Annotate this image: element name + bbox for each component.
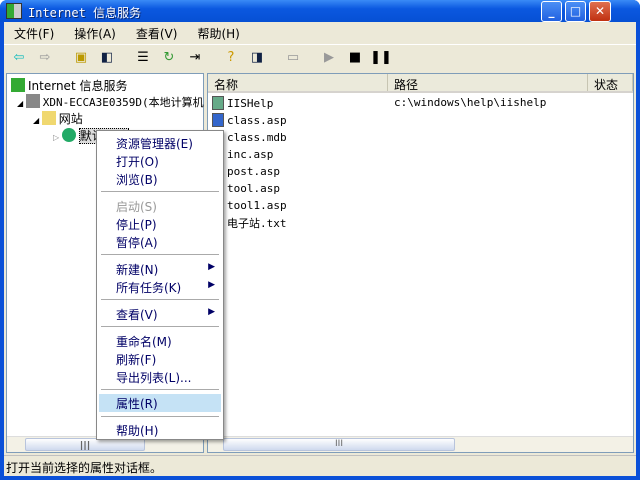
list-item[interactable]: IISHelp c:\windows\help\iishelp (212, 96, 546, 113)
menu-file[interactable]: 文件(F) (4, 22, 64, 42)
globe-icon (61, 128, 76, 142)
toolbar: ⇦ ⇨ ▣ ◧ ☰ ↻ ⇥ ? ◨ ▭ ▶ ■ ❚❚ (4, 44, 636, 70)
minimize-button[interactable]: _ (541, 1, 562, 22)
iis-icon (11, 78, 25, 92)
menu-action[interactable]: 操作(A) (64, 22, 126, 42)
menu-item-view[interactable]: 查看(V) ▶ (99, 305, 221, 323)
menu-separator (101, 254, 219, 255)
menu-item-start: 启动(S) (116, 200, 157, 214)
menu-item-all-tasks[interactable]: 所有任务(K) ▶ (99, 278, 221, 296)
menu-separator (101, 326, 219, 327)
menu-item-stop[interactable]: 停止(P) (99, 215, 221, 233)
submenu-arrow-icon: ▶ (208, 280, 215, 290)
help-icon[interactable]: ? (220, 48, 242, 68)
virtual-dir-icon (212, 96, 224, 110)
list-item[interactable]: class.asp (212, 113, 287, 130)
menu-item-rename[interactable]: 重命名(M) (99, 332, 221, 350)
show-tree-icon[interactable]: ◧ (96, 48, 118, 68)
menu-item-explore[interactable]: 资源管理器(E) (99, 134, 221, 152)
export-icon[interactable]: ⇥ (184, 48, 206, 68)
column-path[interactable]: 路径 (388, 74, 588, 92)
pause-icon[interactable]: ❚❚ (370, 48, 392, 68)
maximize-button[interactable]: □ (565, 1, 586, 22)
tree-computer[interactable]: ◢ XDN-ECCA3E0359D(本地计算机 (17, 94, 204, 110)
menu-separator (101, 191, 219, 192)
menu-item-open[interactable]: 打开(O) (99, 152, 221, 170)
computer-icon (25, 94, 40, 108)
menu-item-properties[interactable]: 属性(R) (99, 394, 221, 412)
tree-websites[interactable]: ◢ 网站 (33, 110, 83, 127)
list-pane: 名称 路径 状态 IISHelp c:\windows\help\iishelp … (207, 73, 634, 453)
menu-item-pause[interactable]: 暂停(A) (99, 233, 221, 251)
stop-icon[interactable]: ■ (344, 48, 366, 68)
menu-item-help[interactable]: 帮助(H) (99, 421, 221, 439)
properties-icon[interactable]: ☰ (132, 48, 154, 68)
back-icon[interactable]: ⇦ (8, 48, 30, 68)
title-bar: Internet 信息服务 _ □ ✕ (0, 0, 640, 22)
column-status[interactable]: 状态 (588, 74, 633, 92)
up-folder-icon[interactable]: ▣ (70, 48, 92, 68)
submenu-arrow-icon: ▶ (208, 262, 215, 272)
column-name[interactable]: 名称 (208, 74, 388, 92)
close-button[interactable]: ✕ (589, 1, 611, 22)
folder-icon (41, 111, 56, 125)
forward-icon[interactable]: ⇨ (34, 48, 56, 68)
status-bar: 打开当前选择的属性对话框。 (4, 455, 636, 476)
show-pane-icon[interactable]: ◨ (246, 48, 268, 68)
menu-separator (101, 299, 219, 300)
context-menu: 资源管理器(E) 打开(O) 浏览(B) 启动(S) 停止(P) 暂停(A) 新… (96, 130, 224, 440)
menu-view[interactable]: 查看(V) (126, 22, 188, 42)
menu-bar: 文件(F) 操作(A) 查看(V) 帮助(H) (4, 22, 636, 42)
tree-root[interactable]: Internet 信息服务 (11, 77, 127, 94)
menu-item-new[interactable]: 新建(N) ▶ (99, 260, 221, 278)
menu-separator (101, 389, 219, 390)
refresh-icon[interactable]: ↻ (158, 48, 180, 68)
window-title: Internet 信息服务 (28, 6, 142, 20)
play-icon[interactable]: ▶ (318, 48, 340, 68)
submenu-arrow-icon: ▶ (208, 307, 215, 317)
menu-help[interactable]: 帮助(H) (187, 22, 249, 42)
list-header: 名称 路径 状态 (208, 74, 633, 93)
computer-icon[interactable]: ▭ (282, 48, 304, 68)
menu-item-browse[interactable]: 浏览(B) (99, 170, 221, 188)
list-hscrollbar[interactable]: III (208, 436, 633, 452)
menu-item-export-list[interactable]: 导出列表(L)... (99, 368, 221, 386)
asp-file-icon (212, 113, 224, 127)
iis-app-icon (6, 3, 22, 19)
menu-separator (101, 416, 219, 417)
menu-item-refresh[interactable]: 刷新(F) (99, 350, 221, 368)
